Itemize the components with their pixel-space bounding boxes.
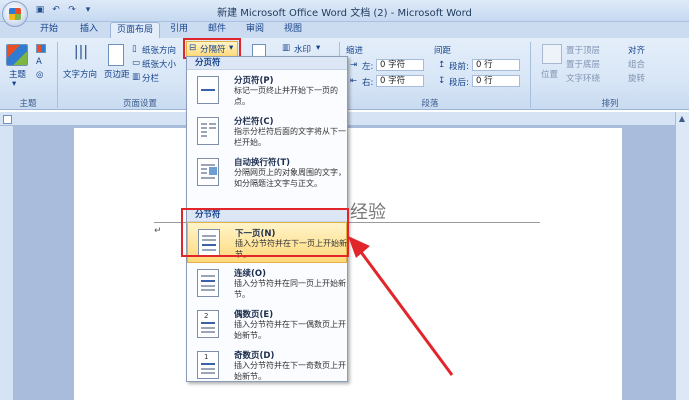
paragraph-mark-icon: ↵ [154, 226, 162, 236]
menu-item-title: 连续(O) [234, 269, 266, 279]
column-break-icon [197, 117, 219, 145]
indent-right-icon: ⇤ [350, 76, 358, 86]
menu-item-desc: 分隔网页上的对象周围的文字，如分隔题注文字与正文。 [234, 168, 346, 188]
spacing-before-field[interactable]: 0 行 [472, 59, 520, 71]
group-label-paragraph: 段落 [421, 99, 439, 109]
menu-item-text-wrapping-break[interactable]: 自动换行符(T) 分隔网页上的对象周围的文字，如分隔题注文字与正文。 [187, 152, 347, 193]
tab-selector-icon[interactable] [3, 115, 12, 124]
tab-insert[interactable]: 插入 [74, 22, 104, 38]
columns-button[interactable]: 分栏 [142, 72, 159, 84]
indent-left-field[interactable]: 0 字符 [376, 59, 424, 71]
theme-fonts-icon[interactable]: A [36, 57, 42, 67]
menu-item-even-page[interactable]: 2 偶数页(E) 插入分节符并在下一偶数页上开始新节。 [187, 304, 347, 345]
tab-page-layout[interactable]: 页面布局 [110, 22, 160, 38]
menu-item-title: 自动换行符(T) [234, 158, 291, 168]
window-title: 新建 Microsoft Office Word 文档 (2) - Micros… [217, 8, 472, 19]
margins-icon[interactable] [108, 44, 124, 66]
scroll-up-icon[interactable]: ▲ [677, 114, 687, 124]
menu-item-desc: 标记一页终止并开始下一页的点。 [234, 86, 338, 106]
menu-item-column-break[interactable]: 分栏符(C) 指示分栏符后面的文字将从下一栏开始。 [187, 111, 347, 152]
indent-left-icon: ⇥ [350, 60, 358, 70]
theme-colors-icon[interactable] [36, 44, 48, 54]
office-button[interactable] [2, 1, 28, 27]
watermark-dropdown-icon[interactable]: ▾ [316, 43, 320, 53]
text-wrapping-break-icon [197, 158, 219, 186]
tab-home[interactable]: 开始 [34, 22, 64, 38]
group-separator [530, 42, 531, 108]
bring-front-button[interactable]: 置于顶层 [566, 44, 600, 56]
vertical-ruler[interactable] [0, 126, 14, 400]
theme-icon[interactable] [6, 44, 28, 66]
group-label-theme: 主题 [19, 99, 37, 109]
menu-item-title: 分页符(P) [234, 76, 274, 86]
group-separator [57, 42, 58, 108]
position-icon[interactable] [542, 44, 562, 64]
orientation-button[interactable]: 纸张方向 [142, 44, 176, 56]
indent-right-field[interactable]: 0 字符 [376, 75, 424, 87]
rotate-button[interactable]: 旋转 [628, 72, 645, 84]
page-breaks-header: 分页符 [187, 57, 347, 70]
spacing-label: 间距 [434, 46, 452, 56]
spacing-before-icon: ↥ [438, 60, 446, 70]
menu-item-desc: 指示分栏符后面的文字将从下一栏开始。 [234, 127, 346, 147]
tab-view[interactable]: 视图 [278, 22, 308, 38]
group-button[interactable]: 组合 [628, 58, 645, 70]
office-logo-icon [9, 8, 21, 20]
spacing-after-field[interactable]: 0 行 [472, 75, 520, 87]
document-text: 经验 [350, 202, 386, 223]
margins-button[interactable]: 页边距 [104, 68, 130, 80]
text-direction-button[interactable]: 文字方向 [63, 68, 97, 80]
continuous-icon [197, 269, 219, 297]
tab-references[interactable]: 引用 [164, 22, 194, 38]
orientation-icon: ▯ [132, 44, 137, 54]
menu-item-continuous[interactable]: 连续(O) 插入分节符并在同一页上开始新节。 [187, 263, 347, 304]
odd-page-icon: 1 [197, 351, 219, 379]
spacing-after-label: 段后: [449, 78, 469, 88]
menu-item-title: 分栏符(C) [234, 117, 274, 127]
group-label-arrange: 排列 [601, 99, 619, 109]
watermark-icon: ▥ [282, 43, 291, 53]
spacing-before-label: 段前: [449, 62, 469, 72]
wrap-text-button[interactable]: 文字环绕 [566, 72, 600, 84]
menu-item-desc: 插入分节符并在下一偶数页上开始新节。 [234, 320, 346, 340]
indent-label: 缩进 [346, 46, 364, 56]
theme-dropdown-icon[interactable]: ▾ [12, 79, 16, 89]
tab-review[interactable]: 审阅 [240, 22, 270, 38]
columns-icon: ▥ [132, 72, 141, 82]
menu-item-title: 奇数页(D) [234, 351, 275, 361]
menu-item-page-break[interactable]: 分页符(P) 标记一页终止并开始下一页的点。 [187, 70, 347, 111]
annotation-arrow-icon [348, 236, 454, 376]
indent-right-label: 右: [362, 78, 374, 88]
group-label-page-setup: 页面设置 [122, 99, 157, 109]
vertical-scrollbar[interactable] [675, 112, 689, 400]
menu-item-desc: 插入分节符并在下一奇数页上开始新节。 [234, 361, 346, 381]
position-button[interactable]: 位置 [541, 68, 558, 80]
align-button[interactable]: 对齐 [628, 44, 645, 56]
size-button[interactable]: 纸张大小 [142, 58, 176, 70]
even-page-icon: 2 [197, 310, 219, 338]
menu-item-desc: 插入分节符并在同一页上开始新节。 [234, 279, 346, 299]
indent-left-label: 左: [362, 62, 374, 72]
tab-mailings[interactable]: 邮件 [202, 22, 232, 38]
theme-effects-icon[interactable]: ◎ [36, 70, 43, 80]
text-direction-icon[interactable]: ||| [70, 44, 92, 66]
menu-item-title: 偶数页(E) [234, 310, 274, 320]
size-icon: ▭ [132, 58, 141, 68]
next-page-annotation-box [181, 208, 349, 257]
watermark-button[interactable]: 水印 [294, 43, 311, 55]
send-back-button[interactable]: 置于底层 [566, 58, 600, 70]
menu-item-odd-page[interactable]: 1 奇数页(D) 插入分节符并在下一奇数页上开始新节。 [187, 345, 347, 386]
page-break-icon [197, 76, 219, 104]
spacing-after-icon: ↧ [438, 76, 446, 86]
